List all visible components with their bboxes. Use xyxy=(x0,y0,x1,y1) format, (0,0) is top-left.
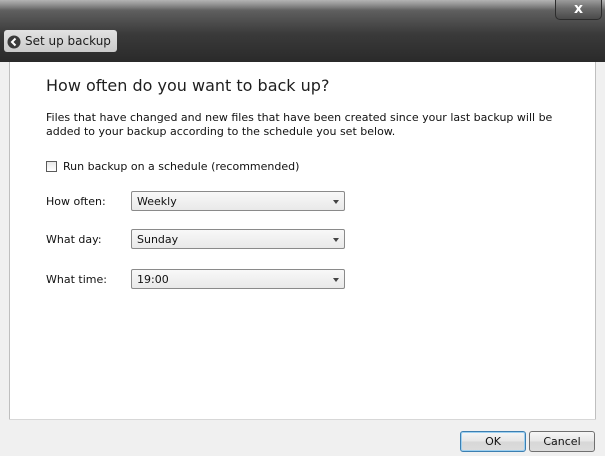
window-frame-right xyxy=(596,62,605,456)
window-title: Set up backup xyxy=(25,34,111,48)
page-heading: How often do you want to back up? xyxy=(46,76,330,95)
what-time-label: What time: xyxy=(46,273,107,286)
back-arrow-icon[interactable] xyxy=(7,34,21,49)
ok-button[interactable]: OK xyxy=(460,431,526,452)
chevron-down-icon xyxy=(333,200,339,204)
wizard-content: How often do you want to back up? Files … xyxy=(9,62,596,419)
what-time-value: 19:00 xyxy=(137,273,169,286)
what-day-value: Sunday xyxy=(137,233,179,246)
what-day-dropdown[interactable]: Sunday xyxy=(131,229,345,249)
page-description: Files that have changed and new files th… xyxy=(46,111,553,138)
how-often-label: How often: xyxy=(46,195,106,208)
window-title-area: Set up backup xyxy=(4,30,117,52)
title-bar[interactable]: x Set up backup xyxy=(0,0,605,62)
what-day-label: What day: xyxy=(46,233,102,246)
what-time-dropdown[interactable]: 19:00 xyxy=(131,269,345,289)
chevron-down-icon xyxy=(333,278,339,282)
wizard-footer: OK Cancel xyxy=(9,419,596,456)
title-bar-sheen xyxy=(0,0,605,10)
close-button[interactable]: x xyxy=(555,0,602,20)
setup-backup-window: x Set up backup How often do you want to… xyxy=(0,0,605,456)
chevron-down-icon xyxy=(333,238,339,242)
close-icon: x xyxy=(573,1,584,17)
cancel-button[interactable]: Cancel xyxy=(529,431,595,452)
how-often-dropdown[interactable]: Weekly xyxy=(131,191,345,211)
schedule-checkbox-row[interactable]: Run backup on a schedule (recommended) xyxy=(46,160,299,173)
run-on-schedule-label[interactable]: Run backup on a schedule (recommended) xyxy=(63,160,299,173)
how-often-value: Weekly xyxy=(137,195,177,208)
run-on-schedule-checkbox[interactable] xyxy=(46,161,57,172)
